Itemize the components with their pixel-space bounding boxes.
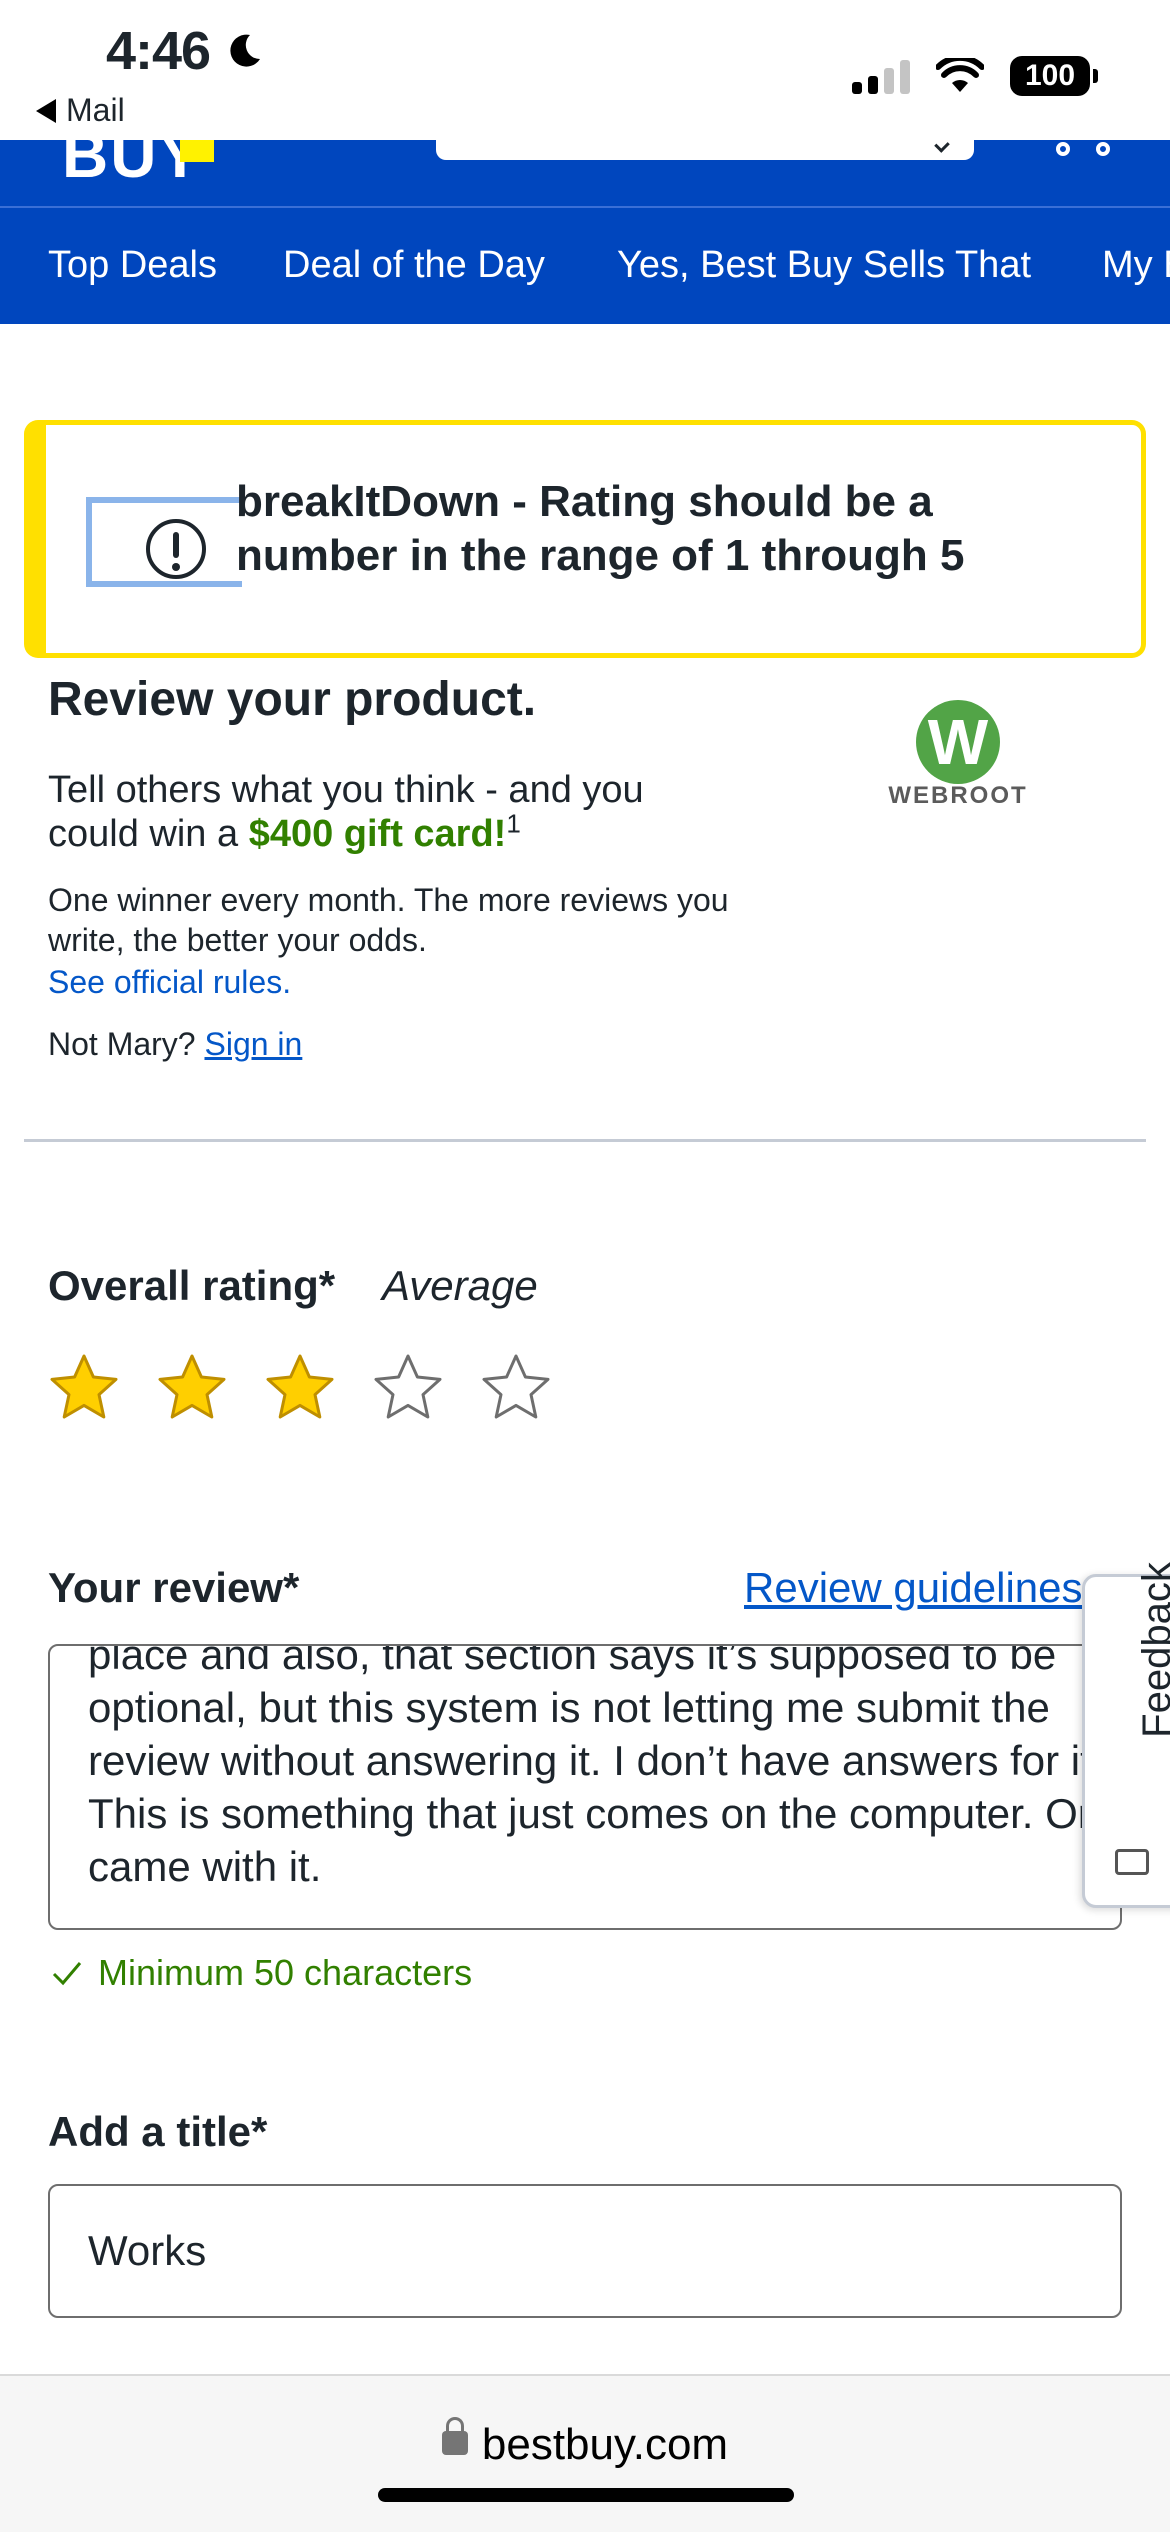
browser-url-bar[interactable]: bestbuy.com (0, 2374, 1170, 2532)
search-icon (934, 140, 950, 153)
check-icon (52, 1962, 82, 1986)
time-text: 4:46 (106, 21, 211, 81)
back-app-label: Mail (66, 92, 125, 128)
status-time: 4:46 (106, 20, 264, 82)
home-indicator (378, 2488, 794, 2502)
search-bar[interactable] (436, 140, 974, 160)
error-alert: breakItDown - Rating should be a number … (24, 420, 1146, 658)
star-empty-icon[interactable] (372, 1352, 444, 1424)
nav-my-best-buy[interactable]: My Best Buy (1102, 244, 1170, 287)
alert-message: breakItDown - Rating should be a number … (236, 477, 965, 580)
wifi-icon (936, 58, 984, 92)
title-input[interactable] (48, 2184, 1122, 2318)
moon-icon (230, 34, 261, 67)
nav-top-deals[interactable]: Top Deals (48, 244, 217, 287)
site-header: BUY (0, 140, 1170, 206)
intro-text: Tell others what you think - and you cou… (48, 768, 728, 856)
feedback-tab[interactable]: Feedback (1082, 1562, 1170, 1908)
star-filled-icon[interactable] (48, 1352, 120, 1424)
overall-rating-label: Overall rating* (48, 1262, 336, 1309)
gift-card-amount: $400 gift card! (248, 813, 507, 855)
rating-description: Average (382, 1262, 538, 1309)
exclamation-circle-icon (146, 519, 206, 579)
review-text: place and also, that section says it’s s… (88, 1644, 1104, 1890)
system-icons: 100 (852, 56, 1098, 96)
star-filled-icon[interactable] (156, 1352, 228, 1424)
star-empty-icon[interactable] (480, 1352, 552, 1424)
review-label: Your review* (48, 1564, 300, 1611)
feedback-icon (1115, 1849, 1149, 1875)
cart-icon[interactable] (1056, 142, 1120, 160)
winner-text: One winner every month. The more reviews… (48, 882, 729, 958)
alert-icon-focus-box (86, 497, 242, 587)
webroot-logo-mark: W (916, 700, 1000, 784)
sign-in-link[interactable]: Sign in (204, 1026, 302, 1062)
review-guidelines-link[interactable]: Review guidelines (744, 1564, 1094, 1612)
min-characters-text: Minimum 50 characters (98, 1952, 473, 1993)
status-bar: 4:46 Mail 100 (0, 0, 1170, 140)
review-textarea[interactable]: place and also, that section says it’s s… (48, 1644, 1122, 1930)
min-characters-note: Minimum 50 characters (50, 1952, 472, 1994)
nav-yes-best-buy-sells-that[interactable]: Yes, Best Buy Sells That (617, 244, 1031, 287)
star-rating (48, 1352, 552, 1424)
url-text: bestbuy.com (481, 2420, 729, 2469)
signal-icon (852, 58, 910, 94)
back-to-mail[interactable]: Mail (36, 92, 125, 129)
bestbuy-logo-tag (180, 140, 214, 162)
official-rules-link[interactable]: See official rules. (48, 964, 291, 1001)
nav-deal-of-the-day[interactable]: Deal of the Day (283, 244, 545, 287)
lock-icon (441, 2417, 468, 2456)
not-user-text: Not Mary? (48, 1026, 196, 1062)
page-title: Review your product. (48, 673, 537, 726)
footnote-marker: 1 (506, 808, 521, 839)
battery-icon: 100 (1010, 56, 1098, 96)
product-brand-logo: W WEBROOT (868, 700, 1048, 820)
url-display: bestbuy.com (0, 2417, 1170, 2470)
back-triangle-icon (36, 98, 56, 123)
title-label: Add a title* (48, 2108, 268, 2155)
section-divider (24, 1139, 1146, 1142)
battery-level: 100 (1024, 59, 1076, 92)
webroot-logo-text: WEBROOT (888, 782, 1028, 809)
star-filled-icon[interactable] (264, 1352, 336, 1424)
feedback-label: Feedback (1135, 1562, 1170, 1738)
signin-line: Not Mary? Sign in (48, 1026, 302, 1063)
category-nav: Top Deals Deal of the Day Yes, Best Buy … (0, 206, 1170, 324)
